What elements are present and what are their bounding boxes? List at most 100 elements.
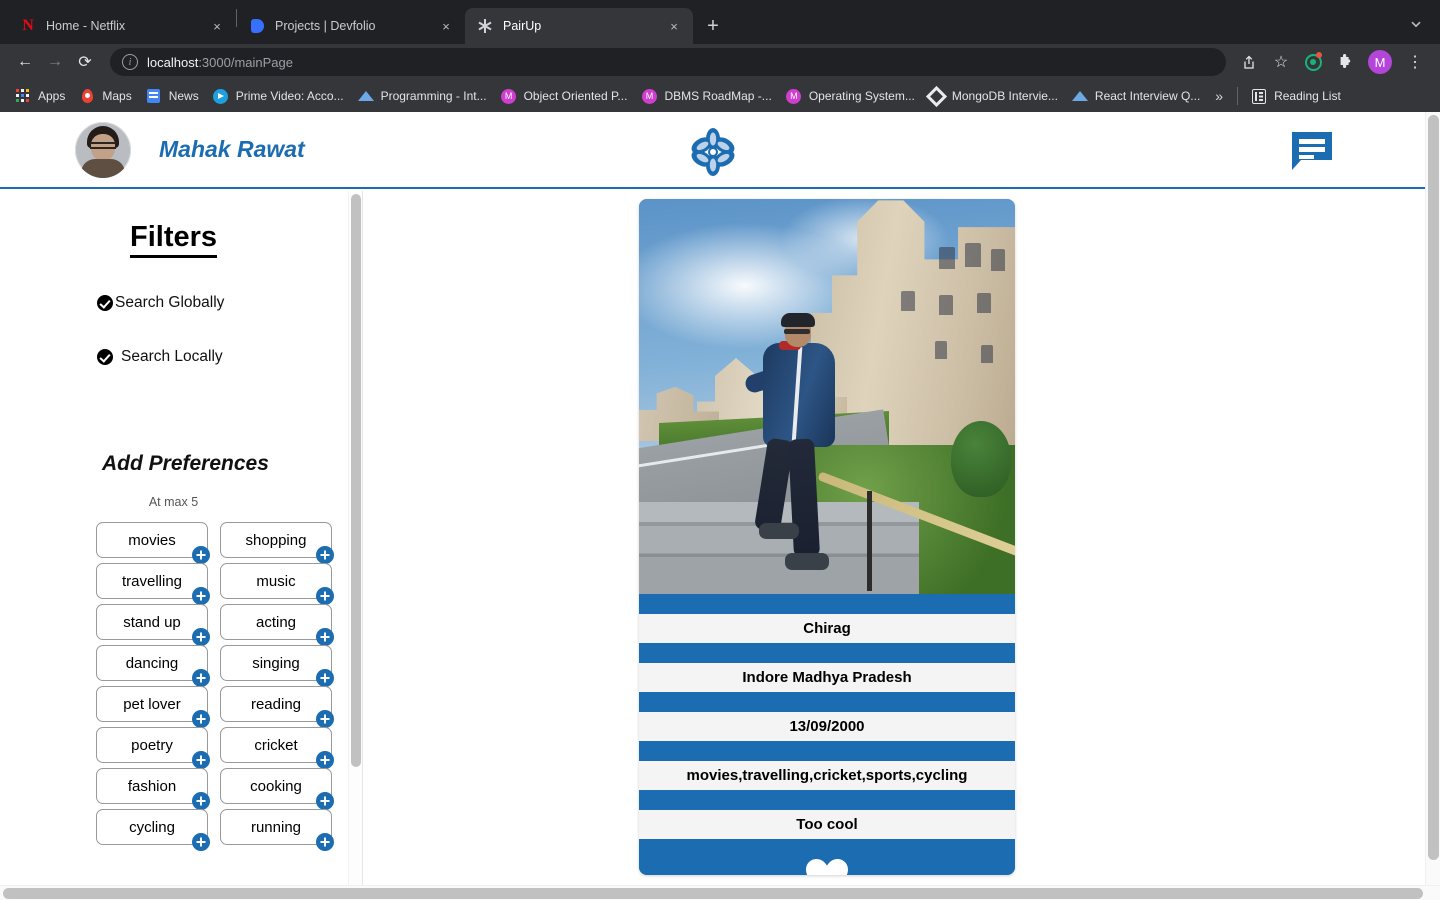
page-scrollbar-vertical[interactable] bbox=[1425, 112, 1440, 885]
profile-card[interactable]: Chirag Indore Madhya Pradesh 13/09/2000 … bbox=[639, 199, 1015, 875]
bookmark-react-interview[interactable]: React Interview Q... bbox=[1065, 84, 1207, 108]
preference-chip[interactable]: reading bbox=[220, 686, 334, 728]
tab-netflix[interactable]: N Home - Netflix × bbox=[8, 8, 236, 44]
filter-label: Search Locally bbox=[121, 348, 223, 365]
preference-chip[interactable]: cycling bbox=[96, 809, 210, 851]
page-scrollbar-horizontal-thumb[interactable] bbox=[3, 888, 1423, 899]
preference-chip[interactable]: singing bbox=[220, 645, 334, 687]
preference-label: poetry bbox=[131, 736, 173, 754]
plus-icon[interactable] bbox=[192, 546, 210, 564]
avatar[interactable] bbox=[75, 121, 131, 178]
preference-chip[interactable]: shopping bbox=[220, 522, 334, 564]
preference-chip[interactable]: poetry bbox=[96, 727, 210, 769]
reload-button[interactable]: ⟳ bbox=[70, 47, 100, 77]
browser-menu-button[interactable]: ⋮ bbox=[1400, 47, 1430, 77]
chat-bubble-icon[interactable] bbox=[1289, 128, 1335, 179]
plus-icon[interactable] bbox=[316, 628, 334, 646]
heart-icon[interactable] bbox=[805, 858, 849, 875]
preference-label: travelling bbox=[121, 572, 183, 590]
plus-icon[interactable] bbox=[316, 546, 334, 564]
page-scrollbar-vertical-thumb[interactable] bbox=[1428, 115, 1439, 860]
tab-pairup[interactable]: PairUp × bbox=[465, 8, 693, 44]
preference-chip[interactable]: travelling bbox=[96, 563, 210, 605]
plus-icon[interactable] bbox=[192, 628, 210, 646]
bookmark-label: DBMS RoadMap -... bbox=[664, 89, 772, 103]
profile-interests: movies,travelling,cricket,sports,cycling bbox=[639, 761, 1015, 790]
browser-toolbar: ← → ⟳ i localhost :3000/mainPage ☆ M ⋮ bbox=[0, 44, 1440, 80]
bookmark-programming[interactable]: Programming - Int... bbox=[351, 84, 494, 108]
preference-chip[interactable]: movies bbox=[96, 522, 210, 564]
preference-chip[interactable]: cooking bbox=[220, 768, 334, 810]
card-divider bbox=[639, 692, 1015, 712]
extension-ring-icon[interactable] bbox=[1298, 47, 1328, 77]
address-bar[interactable]: i localhost :3000/mainPage bbox=[110, 48, 1226, 76]
plus-icon[interactable] bbox=[316, 710, 334, 728]
plus-icon[interactable] bbox=[192, 792, 210, 810]
plus-icon[interactable] bbox=[192, 710, 210, 728]
tab-title: Home - Netflix bbox=[46, 19, 126, 33]
preference-chip[interactable]: running bbox=[220, 809, 334, 851]
bookmarks-overflow-button[interactable]: » bbox=[1207, 88, 1231, 104]
tab-close-button[interactable]: × bbox=[208, 17, 226, 35]
preference-chip[interactable]: stand up bbox=[96, 604, 210, 646]
bookmarks-bar: Apps Maps News Prime Video: Acco... Prog… bbox=[0, 80, 1440, 112]
bookmark-prime-video[interactable]: Prime Video: Acco... bbox=[206, 84, 351, 108]
plus-icon[interactable] bbox=[316, 833, 334, 851]
plus-icon[interactable] bbox=[316, 792, 334, 810]
apps-grid-icon bbox=[15, 88, 31, 104]
preference-chip[interactable]: music bbox=[220, 563, 334, 605]
profile-avatar-button[interactable]: M bbox=[1368, 50, 1392, 74]
bookmark-mongodb[interactable]: MongoDB Intervie... bbox=[922, 84, 1065, 108]
preference-chip[interactable]: dancing bbox=[96, 645, 210, 687]
site-info-icon[interactable]: i bbox=[122, 54, 138, 70]
filters-sidebar: Filters Search Globally Search Locally A… bbox=[0, 191, 363, 885]
browser-window: N Home - Netflix × Projects | Devfolio ×… bbox=[0, 0, 1440, 900]
sidebar-scrollbar-thumb[interactable] bbox=[351, 194, 361, 767]
tab-close-button[interactable]: × bbox=[437, 17, 455, 35]
pairup-flower-logo[interactable] bbox=[687, 126, 739, 178]
bookmark-operating-system[interactable]: M Operating System... bbox=[779, 84, 922, 108]
plus-icon[interactable] bbox=[316, 587, 334, 605]
medium-icon: M bbox=[501, 88, 517, 104]
filter-search-globally[interactable]: Search Globally bbox=[97, 294, 362, 312]
preference-label: running bbox=[250, 818, 302, 836]
bookmark-dbms-roadmap[interactable]: M DBMS RoadMap -... bbox=[634, 84, 778, 108]
plus-icon[interactable] bbox=[316, 751, 334, 769]
plus-icon[interactable] bbox=[192, 833, 210, 851]
sidebar-scrollbar[interactable] bbox=[348, 191, 362, 885]
plus-icon[interactable] bbox=[192, 751, 210, 769]
page-scrollbar-horizontal[interactable] bbox=[0, 885, 1440, 900]
new-tab-button[interactable]: + bbox=[699, 12, 727, 40]
back-button[interactable]: ← bbox=[10, 47, 40, 77]
check-circle-icon[interactable] bbox=[97, 295, 113, 311]
plus-icon[interactable] bbox=[192, 669, 210, 687]
filters-heading-text: Filters bbox=[129, 221, 218, 258]
preference-chip[interactable]: acting bbox=[220, 604, 334, 646]
check-circle-icon[interactable] bbox=[97, 349, 113, 365]
share-icon[interactable] bbox=[1234, 47, 1264, 77]
tab-close-button[interactable]: × bbox=[665, 17, 683, 35]
reading-list-button[interactable]: Reading List bbox=[1244, 84, 1348, 108]
bookmark-maps[interactable]: Maps bbox=[72, 84, 138, 108]
url-path: :3000/mainPage bbox=[198, 54, 293, 70]
filter-label: Search Globally bbox=[115, 294, 225, 311]
preference-chip[interactable]: cricket bbox=[220, 727, 334, 769]
preference-chip[interactable]: fashion bbox=[96, 768, 210, 810]
bookmark-news[interactable]: News bbox=[139, 84, 206, 108]
bookmark-apps[interactable]: Apps bbox=[8, 84, 72, 108]
puzzle-icon[interactable] bbox=[1330, 47, 1360, 77]
chevron-down-icon[interactable] bbox=[1402, 12, 1430, 36]
header-user[interactable]: Mahak Rawat bbox=[75, 121, 305, 178]
card-divider bbox=[639, 643, 1015, 663]
bookmark-object-oriented[interactable]: M Object Oriented P... bbox=[494, 84, 635, 108]
preference-chip[interactable]: pet lover bbox=[96, 686, 210, 728]
filter-search-locally[interactable]: Search Locally bbox=[97, 348, 362, 366]
bookmark-label: Object Oriented P... bbox=[523, 89, 628, 103]
tab-devfolio[interactable]: Projects | Devfolio × bbox=[237, 8, 465, 44]
plus-icon[interactable] bbox=[192, 587, 210, 605]
forward-button[interactable]: → bbox=[40, 47, 70, 77]
plus-icon[interactable] bbox=[316, 669, 334, 687]
like-button[interactable] bbox=[639, 839, 1015, 875]
bookmark-star-icon[interactable]: ☆ bbox=[1266, 47, 1296, 77]
profile-bio: Too cool bbox=[639, 810, 1015, 839]
